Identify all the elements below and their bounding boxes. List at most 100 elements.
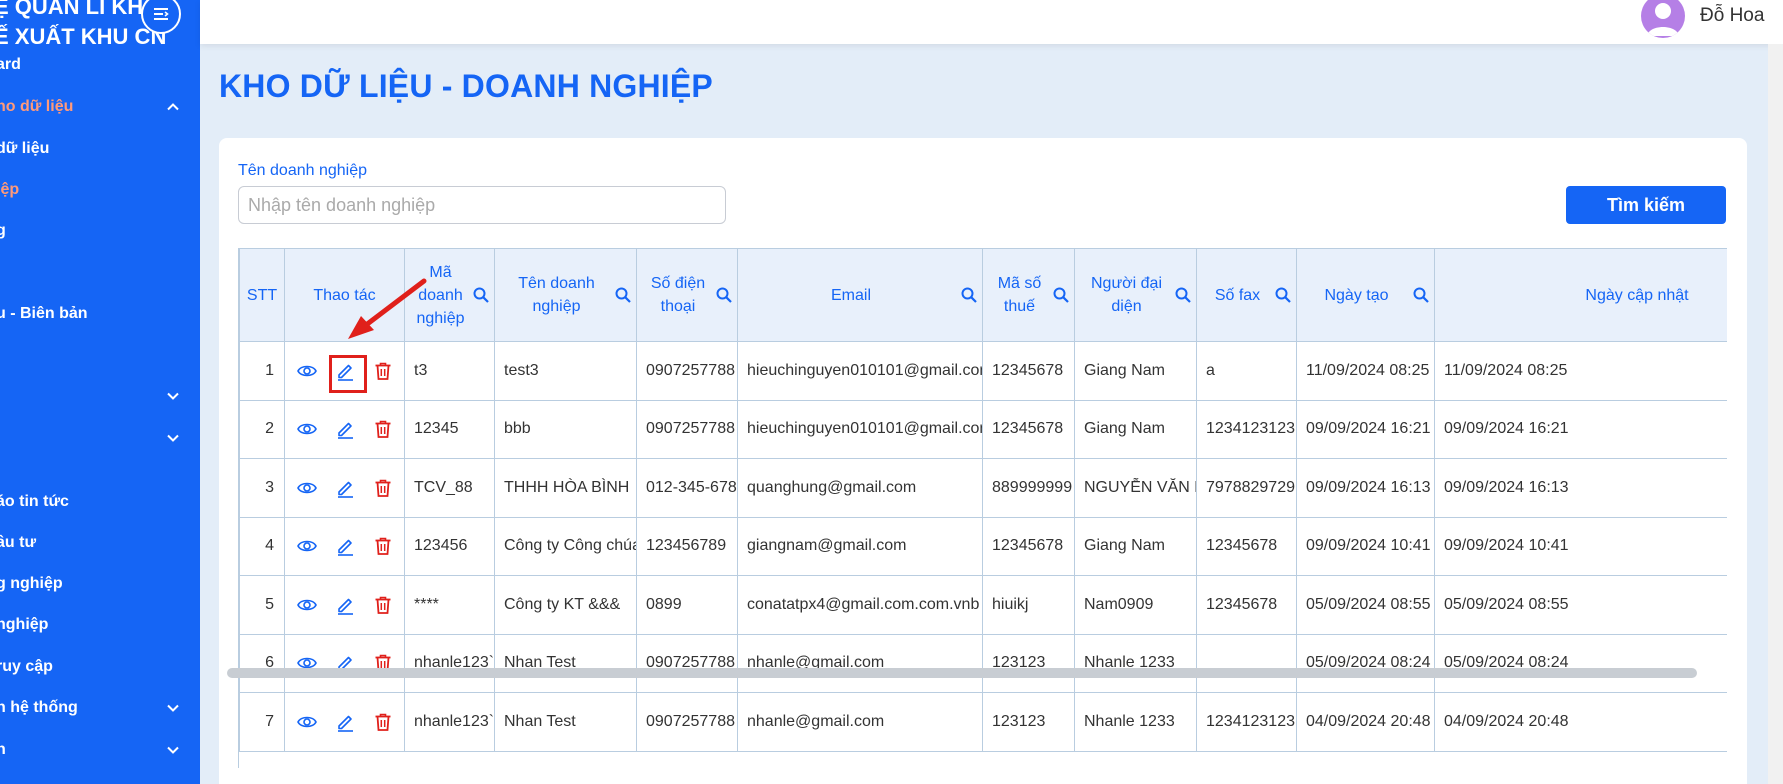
search-button[interactable]: Tìm kiếm [1566, 186, 1726, 224]
sidebar-item-1[interactable]: ho dữ liệu [0, 92, 200, 122]
table-cell: 123456 [404, 516, 495, 576]
view-icon[interactable] [296, 711, 318, 733]
table-cell: 7 [239, 692, 285, 752]
row-actions [284, 399, 405, 459]
table-cell: giangnam@gmail.com [737, 516, 983, 576]
sidebar-item-4[interactable]: g [0, 216, 200, 246]
chevron-down-icon[interactable] [166, 389, 180, 403]
column-search-icon[interactable] [961, 287, 977, 303]
table-cell: 11/09/2024 08:25 [1434, 341, 1727, 401]
sidebar-item-8[interactable]: áo tin tức [0, 487, 200, 517]
sidebar-item-label: nghiệp [0, 616, 49, 633]
user-name[interactable]: Đỗ Hoa [1700, 5, 1764, 27]
chevron-down-icon[interactable] [166, 431, 180, 445]
chevron-up-icon[interactable] [166, 100, 180, 114]
table-cell: 05/09/2024 08:55 [1296, 575, 1435, 635]
table-cell: TCV_88 [404, 458, 495, 518]
sidebar-item-2[interactable]: dữ liệu [0, 134, 200, 164]
edit-icon[interactable] [334, 535, 356, 557]
view-icon[interactable] [296, 477, 318, 499]
edit-icon[interactable] [334, 418, 356, 440]
column-search-icon[interactable] [716, 287, 732, 303]
table-cell: 09/09/2024 16:13 [1296, 458, 1435, 518]
column-header-label: Mã doanh nghiệp [416, 263, 465, 327]
edit-icon[interactable] [334, 477, 356, 499]
table-cell: 12345678 [982, 516, 1075, 576]
delete-icon[interactable] [372, 535, 394, 557]
delete-icon[interactable] [372, 477, 394, 499]
table-cell: 123123 [982, 692, 1075, 752]
column-header-label: Tên doanh nghiệp [518, 275, 595, 315]
table-cell: Giang Nam [1074, 399, 1197, 459]
column-search-icon[interactable] [1053, 287, 1069, 303]
sidebar-item-9[interactable]: ầu tư [0, 528, 200, 558]
delete-icon[interactable] [372, 594, 394, 616]
table-cell: 3 [239, 458, 285, 518]
table-cell: **** [404, 575, 495, 635]
sidebar-item-10[interactable]: g nghiệp [0, 569, 200, 599]
column-search-icon[interactable] [473, 287, 489, 303]
view-icon[interactable] [296, 418, 318, 440]
table-cell: 05/09/2024 08:24 [1434, 633, 1727, 693]
column-search-icon[interactable] [1275, 287, 1291, 303]
sidebar-item-0[interactable]: ard [0, 50, 200, 80]
table-cell: nhanle123` [404, 633, 495, 693]
table-cell: 09/09/2024 10:41 [1434, 516, 1727, 576]
sidebar-item-label: n hệ thống [0, 699, 78, 716]
user-avatar[interactable] [1641, 0, 1685, 38]
column-search-icon[interactable] [1175, 287, 1191, 303]
company-name-input[interactable] [238, 186, 726, 224]
menu-toggle-button[interactable] [141, 0, 181, 34]
column-search-icon[interactable] [615, 287, 631, 303]
sidebar-item-5[interactable]: u - Biên bản [0, 299, 200, 329]
sidebar-item-3[interactable]: iệp [0, 175, 200, 205]
company-table-container: STT Thao tác Mã doanh nghiệp Tên doanh nghi… [238, 248, 1727, 768]
delete-icon[interactable] [372, 418, 394, 440]
table-cell: quanghung@gmail.com [737, 458, 983, 518]
table-cell: 1 [239, 341, 285, 401]
table-cell: 12345678 [982, 399, 1075, 459]
table-cell: 04/09/2024 20:48 [1434, 692, 1727, 752]
edit-icon[interactable] [334, 711, 356, 733]
delete-icon[interactable] [372, 711, 394, 733]
row-actions [284, 516, 405, 576]
view-icon[interactable] [296, 594, 318, 616]
sidebar-item-12[interactable]: ruy cập [0, 652, 200, 682]
sidebar-item-13[interactable]: n hệ thống [0, 693, 200, 723]
table-row: 5 **** Công ty KT &&& 0899 conatatpx4@gmail.… [239, 575, 1727, 635]
table-cell: 5 [239, 575, 285, 635]
table-cell: 12345678 [982, 341, 1075, 401]
column-header-label: Số điện thoại [650, 275, 706, 315]
top-bar: Đỗ Hoa [200, 0, 1783, 44]
table-cell: 09/09/2024 16:21 [1434, 399, 1727, 459]
sidebar-item-7[interactable] [0, 423, 200, 453]
sidebar-item-label: iệp [0, 181, 20, 198]
table-row: 4 123456 Công ty Công chúa 123456789 giangna… [239, 516, 1727, 576]
sidebar-item-11[interactable]: nghiệp [0, 610, 200, 640]
sidebar-item-label: ruy cập [0, 658, 53, 675]
edit-icon[interactable] [328, 354, 367, 393]
menu-collapse-icon [154, 8, 169, 20]
table-cell: Nhan Test [494, 692, 637, 752]
sidebar-item-label: dữ liệu [0, 140, 50, 157]
sidebar-item-6[interactable] [0, 381, 200, 411]
view-icon[interactable] [296, 360, 318, 382]
row-actions [284, 692, 405, 752]
chevron-down-icon[interactable] [166, 743, 180, 757]
table-cell: 1234123123 [1196, 399, 1297, 459]
sidebar-item-14[interactable]: n [0, 735, 200, 765]
sidebar: Ệ QUẢN LÍ KHO Ế XUẤT KHU CN ard ho dữ liệ… [0, 0, 200, 784]
column-header-label: Số fax [1214, 286, 1261, 304]
chevron-down-icon[interactable] [166, 701, 180, 715]
edit-icon[interactable] [334, 594, 356, 616]
table-cell: 09/09/2024 10:41 [1296, 516, 1435, 576]
table-cell: Nhanle 1233 [1074, 633, 1197, 693]
view-icon[interactable] [296, 535, 318, 557]
column-search-icon[interactable] [1413, 287, 1429, 303]
sidebar-item-label: g [0, 222, 6, 239]
table-horizontal-scrollbar[interactable] [227, 668, 1697, 678]
column-header-8: Số fax [1196, 248, 1297, 342]
delete-icon[interactable] [372, 360, 394, 382]
table-cell: 11/09/2024 08:25 [1296, 341, 1435, 401]
page-vertical-scrollbar[interactable] [1768, 44, 1783, 784]
